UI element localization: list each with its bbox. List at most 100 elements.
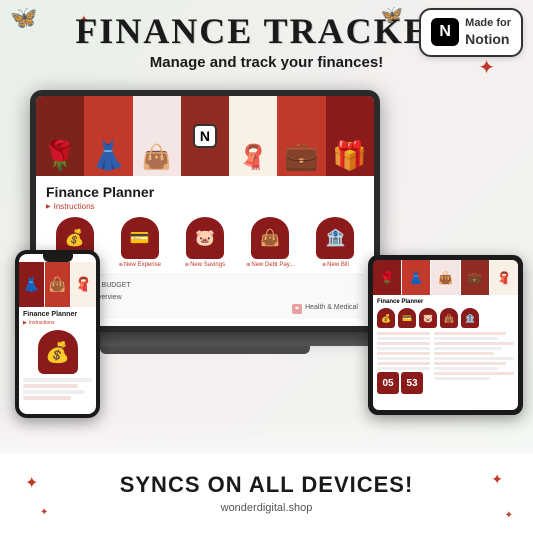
phone-outer: 👗 👜 🧣 Finance Planner ▶ Instructions 💰 xyxy=(15,250,100,418)
t-row-6 xyxy=(377,357,430,360)
icon-bill: 🏦 New Bill xyxy=(307,217,364,268)
tablet-date-boxes: 05 53 xyxy=(377,372,430,394)
bill-arch-icon: 🏦 xyxy=(316,217,354,259)
tablet-date-2: 53 xyxy=(401,372,423,394)
notion-badge-text: Made for Notion xyxy=(465,16,511,49)
phone-hero-1: 👗 xyxy=(19,262,44,307)
phone-list-row-1 xyxy=(23,378,92,382)
phone-instructions: ▶ Instructions xyxy=(23,320,92,326)
tablet-date-1: 05 xyxy=(377,372,399,394)
sparkle-banner-left: ✦ xyxy=(25,473,38,493)
tr-row-8 xyxy=(434,367,498,370)
tr-row-6 xyxy=(434,357,514,360)
phone-instr-text: Instructions xyxy=(29,320,55,326)
hero-img-1: 🌹 xyxy=(36,96,84,176)
phone-list-row-4 xyxy=(23,396,71,400)
phone-mockup: 👗 👜 🧣 Finance Planner ▶ Instructions 💰 xyxy=(15,250,100,418)
phone-main-icon: 💰 xyxy=(38,330,78,374)
tablet-outer: 🌹 👗 👜 💼 🧣 Finance Planner 💰 💳 🐷 👜 🏦 xyxy=(368,255,523,415)
bill-symbol-icon: 🏦 xyxy=(325,228,345,248)
income-symbol-icon: 💰 xyxy=(65,228,85,248)
hero-figure-2: 👗 xyxy=(84,96,132,176)
tablet-icon-1: 💰 xyxy=(377,308,395,328)
hero-img-5: 🧣 xyxy=(229,96,277,176)
list-dot-health: ❤ xyxy=(292,304,302,314)
savings-symbol-icon: 🐷 xyxy=(195,228,215,248)
tablet-icon-5: 🏦 xyxy=(461,308,479,328)
phone-notch xyxy=(43,254,73,262)
debt-label: New Debt Pay... xyxy=(246,262,294,268)
notion-logo-icon: N xyxy=(431,18,459,46)
tablet-screen: 🌹 👗 👜 💼 🧣 Finance Planner 💰 💳 🐷 👜 🏦 xyxy=(373,260,518,410)
tablet-mockup: 🌹 👗 👜 💼 🧣 Finance Planner 💰 💳 🐷 👜 🏦 xyxy=(368,255,523,415)
tablet-hero-3: 👜 xyxy=(431,260,459,295)
hero-figure-6: 💼 xyxy=(277,96,325,176)
laptop-stand xyxy=(100,346,310,354)
tablet-left-col: 05 53 xyxy=(377,332,430,397)
sparkle-banner-right2: ✦ xyxy=(505,510,513,521)
expense-arch-icon: 💳 xyxy=(121,217,159,259)
sparkle-banner-right: ✦ xyxy=(491,471,503,488)
phone-list-row-2 xyxy=(23,384,78,388)
icon-debt: 👜 New Debt Pay... xyxy=(242,217,299,268)
gradient-overlay xyxy=(0,415,533,455)
tablet-hero-strip: 🌹 👗 👜 💼 🧣 xyxy=(373,260,518,295)
phone-instr-arrow: ▶ xyxy=(23,320,27,326)
phone-hero-3: 🧣 xyxy=(71,262,96,307)
hero-img-7: 🎁 xyxy=(326,96,374,176)
debt-arch-icon: 👜 xyxy=(251,217,289,259)
phone-planner-title: Finance Planner xyxy=(23,311,92,318)
t-row-5 xyxy=(377,352,430,355)
sparkle-2-icon: ✦ xyxy=(478,55,495,80)
planner-instructions: Instructions xyxy=(46,202,364,211)
t-row-8 xyxy=(377,367,430,370)
tablet-content: Finance Planner 💰 💳 🐷 👜 🏦 xyxy=(373,295,518,401)
tablet-right-col xyxy=(434,332,514,397)
expense-label: New Expense xyxy=(119,262,161,268)
hero-figure-3: 👜 xyxy=(133,96,181,176)
debt-symbol-icon: 👜 xyxy=(260,228,280,248)
planner-title: Finance Planner xyxy=(46,184,364,200)
expense-symbol-icon: 💳 xyxy=(130,228,150,248)
tr-row-1 xyxy=(434,332,506,335)
t-row-3 xyxy=(377,342,430,345)
t-row-4 xyxy=(377,347,430,350)
phone-list-row-3 xyxy=(23,390,85,394)
tr-row-9 xyxy=(434,372,514,375)
phone-hero-2: 👜 xyxy=(45,262,70,307)
tablet-icon-4: 👜 xyxy=(440,308,458,328)
syncs-text: SYNCS ON ALL DEVICES! xyxy=(120,472,414,498)
t-row-7 xyxy=(377,362,430,365)
icon-expense: 💳 New Expense xyxy=(111,217,168,268)
tr-row-3 xyxy=(434,342,514,345)
list-extra-labels: ❤ Health & Medical xyxy=(292,304,358,314)
tablet-hero-1: 🌹 xyxy=(373,260,401,295)
tablet-planner-title: Finance Planner xyxy=(377,299,514,305)
tr-row-7 xyxy=(434,362,506,365)
tablet-hero-2: 👗 xyxy=(402,260,430,295)
savings-arch-icon: 🐷 xyxy=(186,217,224,259)
icon-savings: 🐷 New Savings xyxy=(176,217,233,268)
tr-row-2 xyxy=(434,337,498,340)
hero-img-4: N xyxy=(181,96,229,176)
phone-screen: 👗 👜 🧣 Finance Planner ▶ Instructions 💰 xyxy=(19,254,96,414)
tr-row-4 xyxy=(434,347,502,350)
phone-icon-area: 💰 xyxy=(23,330,92,374)
savings-label: New Savings xyxy=(185,262,225,268)
website-text: wonderdigital.shop xyxy=(221,502,313,514)
hero-figure-1: 🌹 xyxy=(36,96,84,176)
tr-row-5 xyxy=(434,352,494,355)
phone-list xyxy=(23,378,92,400)
t-row-2 xyxy=(377,337,430,340)
tablet-icon-3: 🐷 xyxy=(419,308,437,328)
hero-img-6: 💼 xyxy=(277,96,325,176)
notion-badge: N Made for Notion xyxy=(419,8,523,57)
list-label-health: Health & Medical xyxy=(305,304,358,314)
notion-hero-icon: N xyxy=(193,124,217,148)
hero-figure-5: 🧣 xyxy=(229,96,277,176)
tablet-icon-row: 💰 💳 🐷 👜 🏦 xyxy=(377,308,514,328)
hero-image-strip: 🌹 👗 👜 N 🧣 💼 🎁 xyxy=(36,96,374,176)
phone-content: Finance Planner ▶ Instructions 💰 xyxy=(19,307,96,404)
tr-row-10 xyxy=(434,377,490,380)
hero-figure-7: 🎁 xyxy=(326,96,374,176)
